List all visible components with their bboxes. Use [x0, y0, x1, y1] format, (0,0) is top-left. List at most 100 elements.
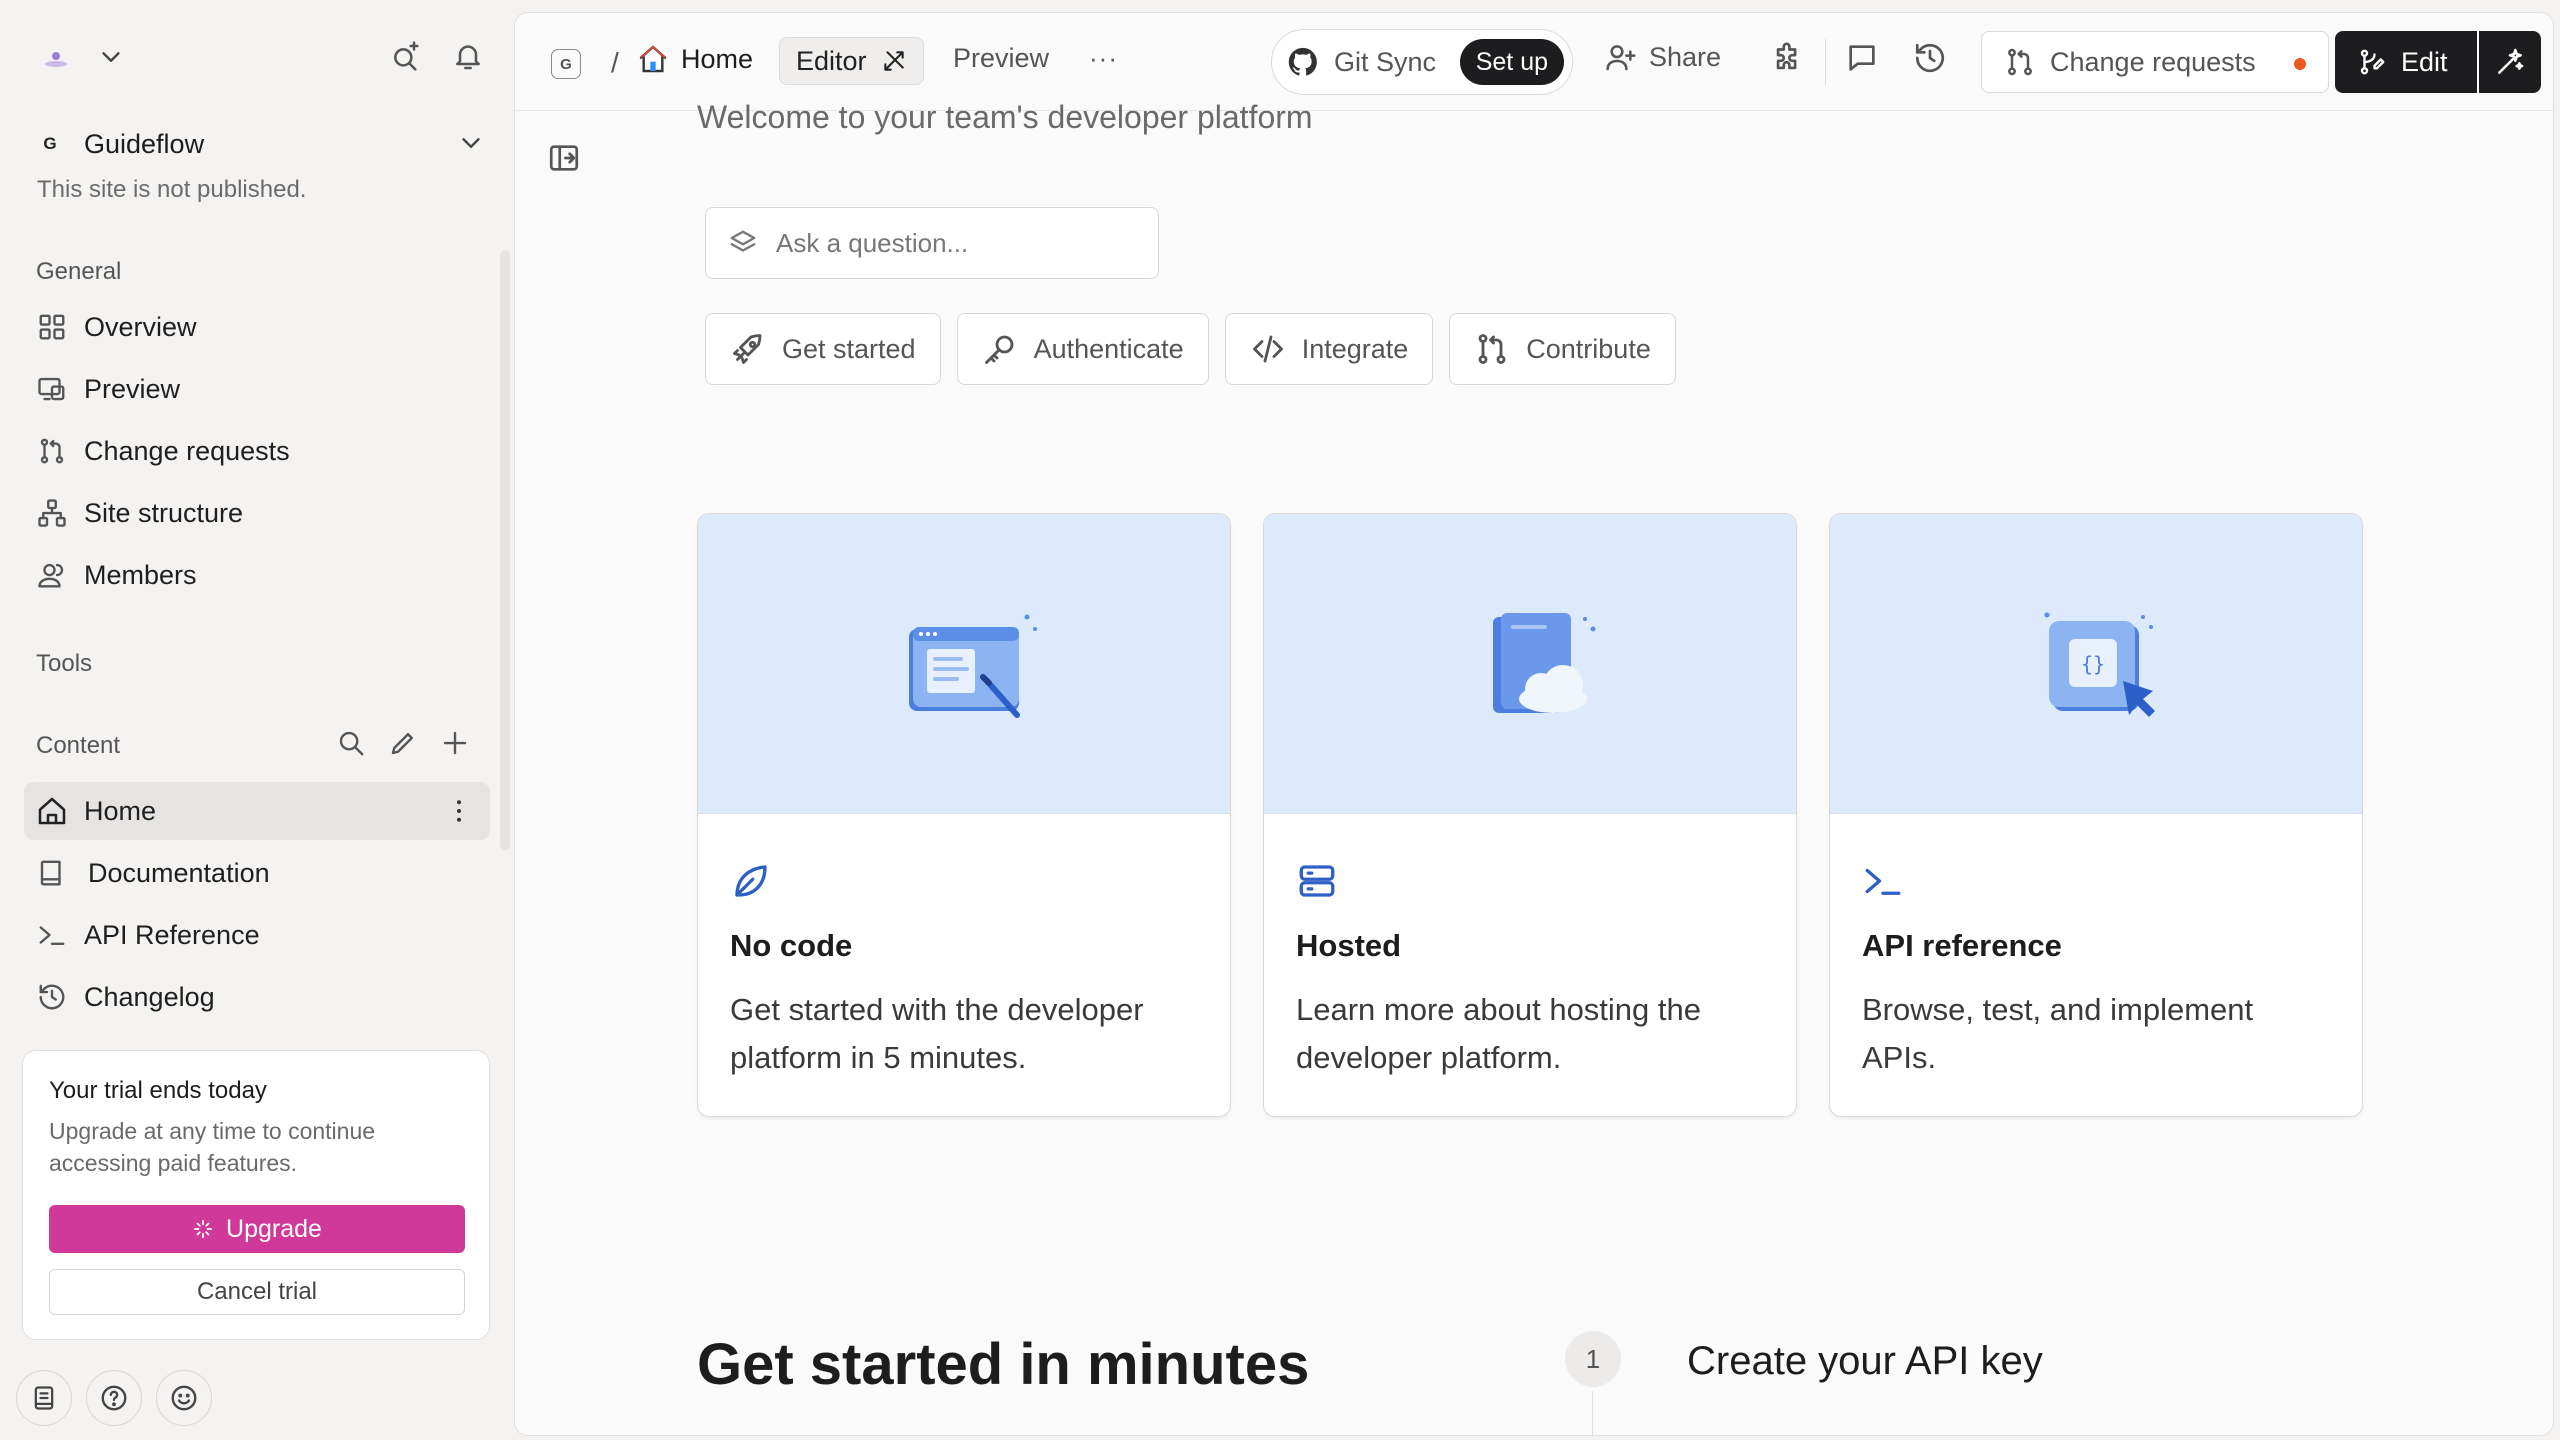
feedback-smiley-icon[interactable]: [156, 1370, 212, 1426]
site-name: Guideflow: [84, 128, 205, 159]
pencil-icon[interactable]: [388, 728, 418, 758]
ask-question-input[interactable]: Ask a question...: [705, 207, 1159, 279]
more-vertical-icon[interactable]: [444, 796, 474, 826]
top-toolbar: G / Home Editor Preview ··· Git Sync Set…: [515, 13, 2553, 111]
sidebar-header: [36, 34, 486, 80]
code-icon: [1250, 331, 1286, 367]
plus-icon[interactable]: [440, 728, 470, 758]
sidebar-item-documentation[interactable]: Documentation: [24, 844, 490, 902]
chip-label: Get started: [782, 333, 916, 364]
sidebar-item-home[interactable]: Home: [24, 782, 490, 840]
card-description: Learn more about hosting the developer p…: [1296, 992, 1701, 1075]
git-sync-label: Git Sync: [1334, 46, 1437, 77]
chip-authenticate[interactable]: Authenticate: [956, 313, 1209, 385]
site-chevron-down-icon[interactable]: [456, 128, 486, 158]
main-panel: G / Home Editor Preview ··· Git Sync Set…: [514, 12, 2554, 1436]
sidebar-item-label: Documentation: [88, 857, 270, 888]
card-no-code[interactable]: No code Get started with the developer p…: [697, 513, 1231, 1117]
trial-title: Your trial ends today: [49, 1077, 267, 1104]
change-request-icon: [36, 435, 68, 467]
history-icon: [36, 981, 68, 1013]
card-api-reference[interactable]: {} API reference Browse, test, and imple…: [1829, 513, 2363, 1117]
sidebar-item-preview[interactable]: Preview: [24, 360, 490, 418]
sidebar-toggle-icon[interactable]: [547, 141, 581, 175]
ai-assist-sparkle-icon[interactable]: [2479, 31, 2541, 93]
quick-links: Get started Authenticate Integrate Contr…: [705, 313, 1676, 385]
book-icon: [36, 857, 68, 889]
chip-integrate[interactable]: Integrate: [1224, 313, 1434, 385]
site-badge: G: [43, 134, 57, 153]
edit-label: Edit: [2401, 46, 2448, 77]
sidebar-item-label: Changelog: [84, 981, 215, 1012]
cancel-trial-button[interactable]: Cancel trial: [49, 1269, 465, 1315]
sidebar-item-changelog[interactable]: Changelog: [24, 968, 490, 1026]
tab-editor-label: Editor: [796, 45, 867, 76]
rocket-icon: [730, 331, 766, 367]
section-label-tools[interactable]: Tools: [36, 650, 92, 678]
share-label: Share: [1649, 41, 1722, 72]
site-switcher[interactable]: G Guideflow: [36, 124, 486, 164]
change-requests-button[interactable]: Change requests: [1981, 31, 2329, 93]
sidebar-item-label: Members: [84, 559, 197, 590]
site-publish-status: This site is not published.: [37, 176, 307, 203]
sidebar-item-api-reference[interactable]: API Reference: [24, 906, 490, 964]
terminal-icon: [1862, 860, 1904, 902]
docs-panel-icon[interactable]: [16, 1370, 72, 1426]
step-connector: [1592, 1391, 1593, 1435]
sidebar-item-change-requests[interactable]: Change requests: [24, 422, 490, 480]
help-icon[interactable]: [86, 1370, 142, 1426]
github-icon: [1286, 45, 1320, 79]
home-emoji-icon: [637, 43, 669, 75]
tab-preview[interactable]: Preview: [953, 43, 1049, 74]
search-icon[interactable]: [336, 728, 366, 758]
notification-dot: [2294, 58, 2306, 70]
chip-label: Contribute: [1526, 333, 1651, 364]
svg-text:{}: {}: [2081, 652, 2105, 676]
card-title: No code: [730, 928, 853, 963]
preview-icon: [36, 373, 68, 405]
card-illustration-cloud: [1264, 514, 1796, 814]
add-user-icon: [1605, 41, 1637, 73]
search-ai-icon[interactable]: [388, 38, 424, 74]
feature-cards: No code Get started with the developer p…: [697, 513, 2363, 1117]
upgrade-label: Upgrade: [226, 1214, 322, 1243]
ask-placeholder: Ask a question...: [776, 227, 969, 258]
ai-stack-icon: [728, 228, 758, 258]
terminal-icon: [36, 919, 68, 951]
integrations-puzzle-icon[interactable]: [1771, 41, 1805, 75]
upgrade-button[interactable]: Upgrade: [49, 1205, 465, 1253]
edit-button[interactable]: Edit: [2335, 31, 2477, 93]
change-request-icon: [2004, 46, 2036, 78]
breadcrumb-page[interactable]: Home: [637, 43, 753, 75]
git-sync-setup-button[interactable]: Set up: [1459, 39, 1564, 85]
card-hosted[interactable]: Hosted Learn more about hosting the deve…: [1263, 513, 1797, 1117]
trial-banner: Your trial ends today Upgrade at any tim…: [22, 1050, 490, 1340]
more-options-icon[interactable]: ···: [1089, 43, 1118, 74]
notifications-bell-icon[interactable]: [450, 38, 486, 74]
card-description: Browse, test, and implement APIs.: [1862, 992, 2254, 1075]
section-heading: Get started in minutes: [697, 1332, 1310, 1397]
chip-get-started[interactable]: Get started: [705, 313, 941, 385]
comments-icon[interactable]: [1845, 41, 1879, 75]
key-icon: [982, 331, 1018, 367]
sparkle-icon: [192, 1218, 214, 1240]
sidebar-item-overview[interactable]: Overview: [24, 298, 490, 356]
org-switcher-chevron-icon[interactable]: [96, 42, 126, 72]
breadcrumb-site-badge[interactable]: G: [551, 49, 581, 79]
card-illustration-editor: [698, 514, 1230, 814]
tab-editor[interactable]: Editor: [779, 37, 924, 85]
org-logo[interactable]: [36, 42, 76, 74]
card-title: API reference: [1862, 928, 2062, 963]
sidebar-item-members[interactable]: Members: [24, 546, 490, 604]
card-description: Get started with the developer platform …: [730, 992, 1144, 1075]
history-icon[interactable]: [1913, 41, 1947, 75]
step-number-badge: 1: [1565, 1331, 1621, 1387]
tools-crossed-icon: [881, 48, 907, 74]
git-sync-button[interactable]: Git Sync Set up: [1271, 29, 1573, 95]
chip-contribute[interactable]: Contribute: [1449, 313, 1676, 385]
sidebar-scrollbar[interactable]: [500, 250, 510, 850]
share-button[interactable]: Share: [1605, 41, 1721, 73]
sidebar-item-site-structure[interactable]: Site structure: [24, 484, 490, 542]
page-subtitle: Welcome to your team's developer platfor…: [697, 99, 1313, 135]
sidebar: G Guideflow This site is not published. …: [0, 0, 512, 1440]
